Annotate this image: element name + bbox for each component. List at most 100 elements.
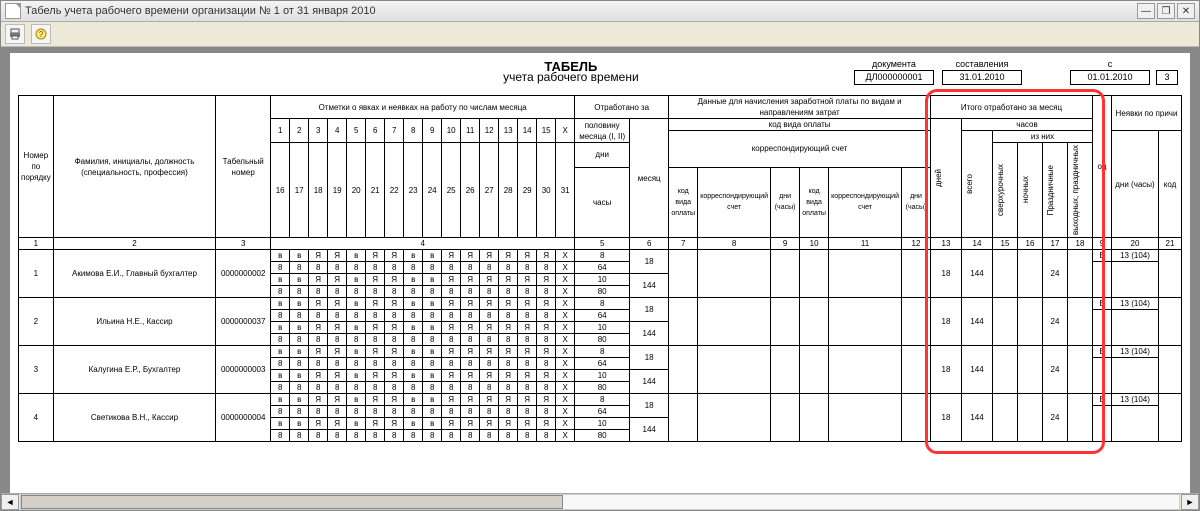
emp-num: 3 xyxy=(19,346,54,394)
col-payroll-header: Данные для начисления заработной платы п… xyxy=(669,96,931,119)
col-abs-code-header: од xyxy=(1093,96,1112,238)
day-cell: Х xyxy=(556,310,575,322)
day-cell: 8 xyxy=(290,310,309,322)
tot-days: 18 xyxy=(931,298,962,346)
col-sub-code-pay2: код вида оплаты xyxy=(800,167,829,237)
day-cell: Я xyxy=(499,346,518,358)
day-cell: 8 xyxy=(518,262,537,274)
day-cell: 8 xyxy=(328,430,347,442)
day-cell: 8 xyxy=(537,310,556,322)
scroll-right-button[interactable]: ► xyxy=(1181,494,1199,510)
day-cell: 8 xyxy=(271,262,290,274)
col-sub-corresp: корреспондирующий счет xyxy=(698,167,771,237)
col-total-header: Итого отработано за месяц xyxy=(931,96,1093,119)
day-cell: в xyxy=(423,394,442,406)
day-cell: Я xyxy=(366,370,385,382)
day-cell: 8 xyxy=(309,406,328,418)
day-cell: Я xyxy=(385,274,404,286)
day-cell: 8 xyxy=(271,358,290,370)
day-cell: Х xyxy=(556,394,575,406)
day-cell: в xyxy=(347,250,366,262)
day-cell: Я xyxy=(518,346,537,358)
day-cell: 8 xyxy=(290,286,309,298)
day-cell: Я xyxy=(442,322,461,334)
window: Табель учета рабочего времени организаци… xyxy=(0,0,1200,511)
scroll-thumb[interactable] xyxy=(21,495,563,509)
day-cell: Я xyxy=(518,370,537,382)
day-cell: 8 xyxy=(442,406,461,418)
day-cell: 8 xyxy=(328,406,347,418)
table-row: 2 Ильина Н.Е., Кассир 0000000037 ввЯЯвЯЯ… xyxy=(19,298,1182,310)
m-days: 10 xyxy=(575,418,630,430)
colnum: 17 xyxy=(1043,238,1068,250)
day-cell: 8 xyxy=(404,430,423,442)
day-cell: 8 xyxy=(537,430,556,442)
day-cell: Х xyxy=(556,382,575,394)
day-cell: 8 xyxy=(480,310,499,322)
day-cell: 8 xyxy=(499,406,518,418)
col-marks-header: Отметки о явках и неявках на работу по ч… xyxy=(271,96,575,119)
day-cell: в xyxy=(347,394,366,406)
day-cell: 8 xyxy=(518,286,537,298)
col-sub-dh2: дни (часы) xyxy=(902,167,931,237)
abs-dh: 13 (104) xyxy=(1112,394,1159,406)
scroll-track[interactable] xyxy=(20,494,1180,510)
day-cell: в xyxy=(423,346,442,358)
scroll-left-button[interactable]: ◄ xyxy=(1,494,19,510)
close-button[interactable]: ✕ xyxy=(1177,3,1195,19)
day-cell: 8 xyxy=(461,358,480,370)
day-cell: 8 xyxy=(328,382,347,394)
colnum: 10 xyxy=(800,238,829,250)
abs-code: В xyxy=(1093,298,1112,310)
col-sub-dh1: дни (часы) xyxy=(771,167,800,237)
day-cell: 8 xyxy=(347,262,366,274)
day-cell: 8 xyxy=(271,382,290,394)
day-cell: в xyxy=(271,394,290,406)
day-cell: Я xyxy=(366,418,385,430)
col-absence-header: Неявки по причи xyxy=(1112,96,1182,131)
day-cell: 8 xyxy=(347,334,366,346)
day-cell: Я xyxy=(480,274,499,286)
day-cell: в xyxy=(404,298,423,310)
day-cell: 8 xyxy=(461,310,480,322)
maximize-button[interactable]: ❐ xyxy=(1157,3,1175,19)
m-days: 10 xyxy=(575,322,630,334)
print-button[interactable] xyxy=(5,24,25,44)
day-cell: 8 xyxy=(309,286,328,298)
day-cell: 8 xyxy=(347,406,366,418)
day-cell: Я xyxy=(461,298,480,310)
col-pay-code-label: код вида оплаты xyxy=(669,119,931,131)
day-cell: Я xyxy=(518,250,537,262)
abs-code: В xyxy=(1093,346,1112,358)
day-cell: 8 xyxy=(423,334,442,346)
day-cell: 8 xyxy=(442,310,461,322)
day-cell: в xyxy=(404,370,423,382)
day-cell: 8 xyxy=(518,358,537,370)
minimize-button[interactable]: — xyxy=(1137,3,1155,19)
day-cell: 8 xyxy=(271,430,290,442)
day-cell: 8 xyxy=(442,430,461,442)
day-cell: Х xyxy=(556,250,575,262)
day-cell: Я xyxy=(366,250,385,262)
day-cell: 8 xyxy=(309,334,328,346)
colnum: 8 xyxy=(698,238,771,250)
day-cell: 8 xyxy=(328,262,347,274)
day-cell: Я xyxy=(499,322,518,334)
day-cell: 8 xyxy=(309,310,328,322)
day-cell: 8 xyxy=(518,430,537,442)
help-button[interactable]: ? xyxy=(31,24,51,44)
day-cell: Я xyxy=(480,346,499,358)
emp-num: 4 xyxy=(19,394,54,442)
day-cell: 8 xyxy=(423,430,442,442)
col-sub-code-pay: код вида оплаты xyxy=(669,167,698,237)
day-cell: в xyxy=(423,250,442,262)
half-days: 8 xyxy=(575,394,630,406)
colnum: 1 xyxy=(19,238,54,250)
doc-title-2: учета рабочего времени xyxy=(427,72,714,83)
day-cell: 8 xyxy=(271,286,290,298)
day-cell: Я xyxy=(461,250,480,262)
day-cell: 8 xyxy=(499,358,518,370)
day-cell: в xyxy=(404,250,423,262)
day-cell: Х xyxy=(556,406,575,418)
horizontal-scrollbar[interactable]: ◄ ► xyxy=(1,493,1199,510)
